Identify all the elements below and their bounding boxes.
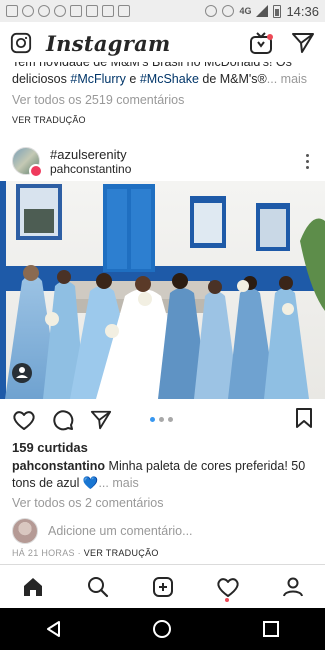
new-post-icon[interactable] [151, 575, 175, 599]
more-options-icon[interactable] [306, 153, 313, 169]
image-notification-icon [86, 5, 98, 17]
post-caption: pahconstantino Minha paleta de cores pre… [12, 458, 317, 492]
post-timestamp-row: HÁ 21 HORAS · VER TRADUÇÃO [12, 548, 159, 558]
heart-notification-icon [22, 5, 34, 17]
profile-icon[interactable] [281, 575, 305, 599]
search-icon[interactable] [86, 575, 110, 599]
separator: · [74, 548, 84, 558]
activity-heart-icon[interactable] [216, 575, 240, 599]
status-bar: 4G 14:36 [0, 0, 325, 22]
instagram-logo: Instagram [46, 30, 171, 56]
post-username[interactable]: pahconstantino [50, 162, 131, 176]
caption-cut-line: Tem novidade de M&M's Brasil no McDonald… [12, 62, 292, 69]
likes-count[interactable]: 159 curtidas [12, 440, 88, 455]
carousel-indicator [150, 417, 173, 422]
save-bookmark-icon[interactable] [295, 407, 313, 429]
avatar [12, 518, 38, 544]
previous-post-caption: Tem novidade de M&M's Brasil no McDonald… [12, 62, 317, 129]
add-comment-row[interactable]: Adicione um comentário... [12, 518, 312, 544]
more-link[interactable]: ... mais [98, 476, 138, 490]
post-header: #azulserenity pahconstantino [0, 143, 325, 179]
signal-icon [256, 5, 269, 17]
caption-part: deliciosos [12, 72, 71, 86]
heart-notification-icon [54, 5, 66, 17]
post-image[interactable] [0, 181, 325, 399]
carousel-dot [159, 417, 164, 422]
like-icon[interactable] [12, 409, 36, 431]
add-comment-input[interactable]: Adicione um comentário... [48, 524, 193, 538]
battery-icon [273, 4, 282, 18]
caption-part: de M&M's® [198, 72, 267, 86]
back-icon[interactable] [45, 620, 63, 638]
post-actions [0, 405, 325, 435]
app-header: Instagram [0, 22, 325, 64]
home-button-icon[interactable] [152, 619, 172, 639]
message-notification-icon [102, 5, 114, 17]
recent-apps-icon[interactable] [262, 620, 280, 638]
caption-username[interactable]: pahconstantino [12, 459, 105, 473]
notification-icons [6, 5, 130, 17]
caption-text: deliciosos #McFlurry e #McShake de M&M's… [12, 71, 317, 88]
post-time: HÁ 21 HORAS [12, 548, 75, 558]
network-type: 4G [239, 6, 252, 16]
see-translation-link[interactable]: VER TRADUÇÃO [12, 112, 317, 129]
carousel-dot [168, 417, 173, 422]
home-icon[interactable] [21, 575, 45, 599]
direct-message-icon[interactable] [291, 31, 315, 55]
comment-icon[interactable] [52, 409, 74, 431]
share-icon[interactable] [90, 409, 112, 431]
media-notification-icon [118, 5, 130, 17]
instagram-notification-icon [70, 5, 82, 17]
story-badge-icon [29, 164, 43, 178]
more-link[interactable]: ... mais [267, 72, 307, 86]
camera-icon[interactable] [10, 32, 32, 54]
avatar[interactable] [12, 147, 43, 178]
caption-part: e [125, 72, 140, 86]
see-translation-link[interactable]: VER TRADUÇÃO [84, 548, 159, 558]
alarm-icon [205, 5, 218, 17]
activity-notification-dot [225, 598, 229, 602]
bottom-navigation [0, 564, 325, 608]
hashtag-link[interactable]: #McFlurry [70, 72, 126, 86]
post-location[interactable]: #azulserenity [50, 147, 131, 162]
view-all-comments-link[interactable]: Ver todos os 2 comentários [12, 496, 163, 510]
hashtag-link[interactable]: #McShake [140, 72, 199, 86]
gmail-icon [6, 5, 18, 17]
android-navigation-bar [0, 608, 325, 650]
eye-icon [222, 5, 235, 17]
view-all-comments-link[interactable]: Ver todos os 2519 comentários [12, 92, 317, 109]
carousel-dot-active [150, 417, 155, 422]
clock: 14:36 [286, 3, 319, 19]
heart-notification-icon [38, 5, 50, 17]
igtv-icon[interactable] [249, 31, 273, 55]
